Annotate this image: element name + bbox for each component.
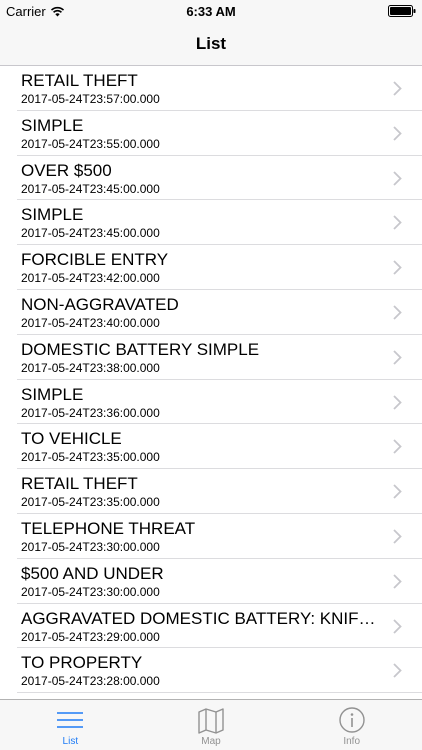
list-item-title: SIMPLE [21,115,84,135]
status-bar: Carrier 6:33 AM [0,0,422,22]
chevron-right-icon [393,126,402,141]
navigation-bar: List [0,22,422,66]
list-item[interactable]: TELEPHONE THREAT 2017-05-24T23:30:00.000 [0,514,422,559]
list-item-date: 2017-05-24T23:35:00.000 [21,495,160,510]
list-icon [57,712,84,728]
chevron-right-icon [393,350,402,365]
list-item[interactable]: $500 AND UNDER 2017-05-24T23:30:00.000 [0,559,422,604]
list-item[interactable]: TO PROPERTY 2017-05-24T23:28:00.000 [0,648,422,694]
map-icon [198,708,224,734]
tab-list[interactable]: List [0,700,141,750]
chevron-right-icon [393,170,402,186]
list-item-title: TELEPHONE THREAT [21,518,196,538]
list-item-date: 2017-05-24T23:29:00.000 [21,629,160,644]
battery-icon [388,5,416,17]
list-item[interactable]: RETAIL THEFT 2017-05-24T23:35:00.000 [0,469,422,514]
list-item-date: 2017-05-24T23:38:00.000 [21,360,160,375]
list-item[interactable]: SIMPLE 2017-05-24T23:45:00.000 [0,200,422,246]
list-item[interactable]: RETAIL THEFT 2017-05-24T23:57:00.000 [0,66,422,111]
tab-map[interactable]: Map [141,700,282,750]
chevron-right-icon [393,394,402,410]
list-item-title: AGGRAVATED DOMESTIC BATTERY: KNIFE/CUTTI… [21,608,377,628]
incident-list[interactable]: RETAIL THEFT 2017-05-24T23:57:00.000 SIM… [0,66,422,699]
list-item-date: 2017-05-24T23:35:00.000 [21,450,160,465]
tab-map-label: Map [201,736,221,747]
tab-info-label: Info [343,736,361,747]
list-item-date: 2017-05-24T23:57:00.000 [21,92,160,106]
list-item[interactable]: NON-AGGRAVATED 2017-05-24T23:40:00.000 [0,290,422,335]
tab-list-label: List [62,736,79,747]
list-item-title: RETAIL THEFT [21,474,138,494]
list-item-date: 2017-05-24T23:45:00.000 [21,181,160,196]
list-item-date: 2017-05-24T23:30:00.000 [21,584,160,599]
list-item-date: 2017-05-24T23:36:00.000 [21,405,160,420]
list-item[interactable]: FORCIBLE ENTRY 2017-05-24T23:42:00.000 [0,245,422,290]
list-item-date: 2017-05-24T23:28:00.000 [21,674,160,689]
list-item-title: TO PROPERTY [21,653,143,673]
chevron-right-icon [393,260,402,275]
list-item-title: TO VEHICLE [21,429,122,449]
list-item-title: FORCIBLE ENTRY [21,250,169,270]
list-item-date: 2017-05-24T23:40:00.000 [21,315,160,330]
list-item-date: 2017-05-24T23:45:00.000 [21,226,160,241]
chevron-right-icon [393,618,402,634]
chevron-right-icon [393,574,402,589]
list-item-title: NON-AGGRAVATED [21,294,179,314]
list-item-title: OVER $500 [21,160,112,180]
chevron-right-icon [393,215,402,231]
list-item-title: DOMESTIC BATTERY SIMPLE [21,339,260,359]
tab-info[interactable]: Info [281,700,422,750]
list-item[interactable]: TO VEHICLE 2017-05-24T23:35:00.000 [0,424,422,470]
list-item[interactable]: SIMPLE 2017-05-24T23:55:00.000 [0,111,422,156]
list-item-title: $500 AND UNDER [21,563,164,583]
list-item-date: 2017-05-24T23:30:00.000 [21,539,160,554]
list-item-title: SIMPLE [21,205,84,225]
chevron-right-icon [393,529,402,544]
list-item-title: SIMPLE [21,384,84,404]
list-item[interactable]: DOMESTIC BATTERY SIMPLE 2017-05-24T23:38… [0,335,422,380]
status-time: 6:33 AM [186,4,236,19]
list-item[interactable]: SIMPLE 2017-05-24T23:36:00.000 [0,380,422,425]
chevron-right-icon [393,439,402,455]
chevron-right-icon [393,663,402,678]
row-divider [17,692,422,694]
list-item-date: 2017-05-24T23:55:00.000 [21,136,160,151]
list-item[interactable]: OVER $500 2017-05-24T23:45:00.000 [0,156,422,201]
page-title: List [195,34,227,53]
list-item[interactable]: AGGRAVATED DOMESTIC BATTERY: KNIFE/CUTTI… [0,604,422,649]
chevron-right-icon [393,81,402,96]
list-item-title: RETAIL THEFT [21,71,138,90]
info-icon [338,707,365,733]
tab-bar: List Map Info [0,699,422,750]
list-item-date: 2017-05-24T23:42:00.000 [21,271,160,286]
chevron-right-icon [393,484,402,499]
chevron-right-icon [393,305,402,320]
